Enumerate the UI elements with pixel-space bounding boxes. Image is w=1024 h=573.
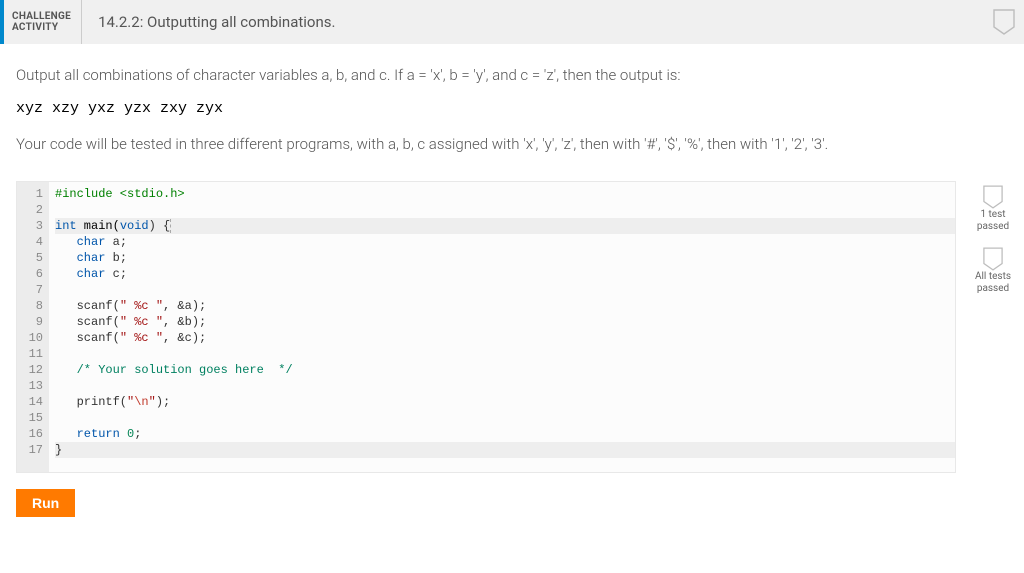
code-l16: return 0; bbox=[55, 426, 955, 442]
one-test-l1: 1 test bbox=[980, 209, 1005, 221]
code-l14: printf("\n"); bbox=[55, 394, 955, 410]
code-editor[interactable]: 1234 5678 9101112 13141516 17 #include <… bbox=[16, 181, 956, 473]
code-l12: /* Your solution goes here */ bbox=[55, 362, 955, 378]
code-l15 bbox=[55, 410, 955, 426]
challenge-label-line1: CHALLENGE bbox=[12, 11, 71, 22]
work-row: 1234 5678 9101112 13141516 17 #include <… bbox=[16, 181, 1008, 473]
caret-icon bbox=[170, 219, 171, 233]
all-tests-l2: passed bbox=[977, 283, 1009, 295]
editor-code[interactable]: #include <stdio.h> int main(void) { char… bbox=[49, 182, 955, 472]
run-button[interactable]: Run bbox=[16, 489, 75, 517]
status-column: 1 test passed All tests passed bbox=[956, 181, 1020, 295]
code-l4: char a; bbox=[55, 234, 955, 250]
all-tests-passed-badge: All tests passed bbox=[975, 247, 1011, 295]
code-l8: scanf(" %c ", &a); bbox=[55, 298, 955, 314]
prompt-line-1: Output all combinations of character var… bbox=[16, 66, 1008, 84]
one-test-l2: passed bbox=[977, 221, 1009, 233]
one-test-passed-badge: 1 test passed bbox=[977, 185, 1009, 233]
code-l9: scanf(" %c ", &b); bbox=[55, 314, 955, 330]
prompt-line-2: Your code will be tested in three differ… bbox=[16, 135, 1008, 153]
editor-gutter: 1234 5678 9101112 13141516 17 bbox=[17, 182, 49, 472]
challenge-label-line2: ACTIVITY bbox=[12, 22, 71, 33]
challenge-label: CHALLENGE ACTIVITY bbox=[4, 0, 82, 44]
code-l17: } bbox=[55, 442, 955, 458]
code-l7 bbox=[55, 282, 955, 298]
code-l1: #include <stdio.h> bbox=[55, 187, 185, 201]
shield-icon bbox=[983, 247, 1003, 271]
code-l13 bbox=[55, 378, 955, 394]
activity-body: Output all combinations of character var… bbox=[0, 44, 1024, 527]
code-l2 bbox=[55, 202, 955, 218]
sample-output: xyz xzy yxz yzx zxy zyx bbox=[16, 100, 1008, 117]
challenge-title: 14.2.2: Outputting all combinations. bbox=[82, 0, 984, 44]
code-l3-active: int main(void) { bbox=[55, 218, 955, 234]
code-l6: char c; bbox=[55, 266, 955, 282]
run-row: Run bbox=[16, 489, 1008, 517]
code-l10: scanf(" %c ", &c); bbox=[55, 330, 955, 346]
code-l11 bbox=[55, 346, 955, 362]
shield-icon bbox=[983, 185, 1003, 209]
challenge-header: CHALLENGE ACTIVITY 14.2.2: Outputting al… bbox=[0, 0, 1024, 44]
code-l5: char b; bbox=[55, 250, 955, 266]
all-tests-l1: All tests bbox=[975, 271, 1011, 283]
header-shield-icon bbox=[984, 0, 1024, 44]
